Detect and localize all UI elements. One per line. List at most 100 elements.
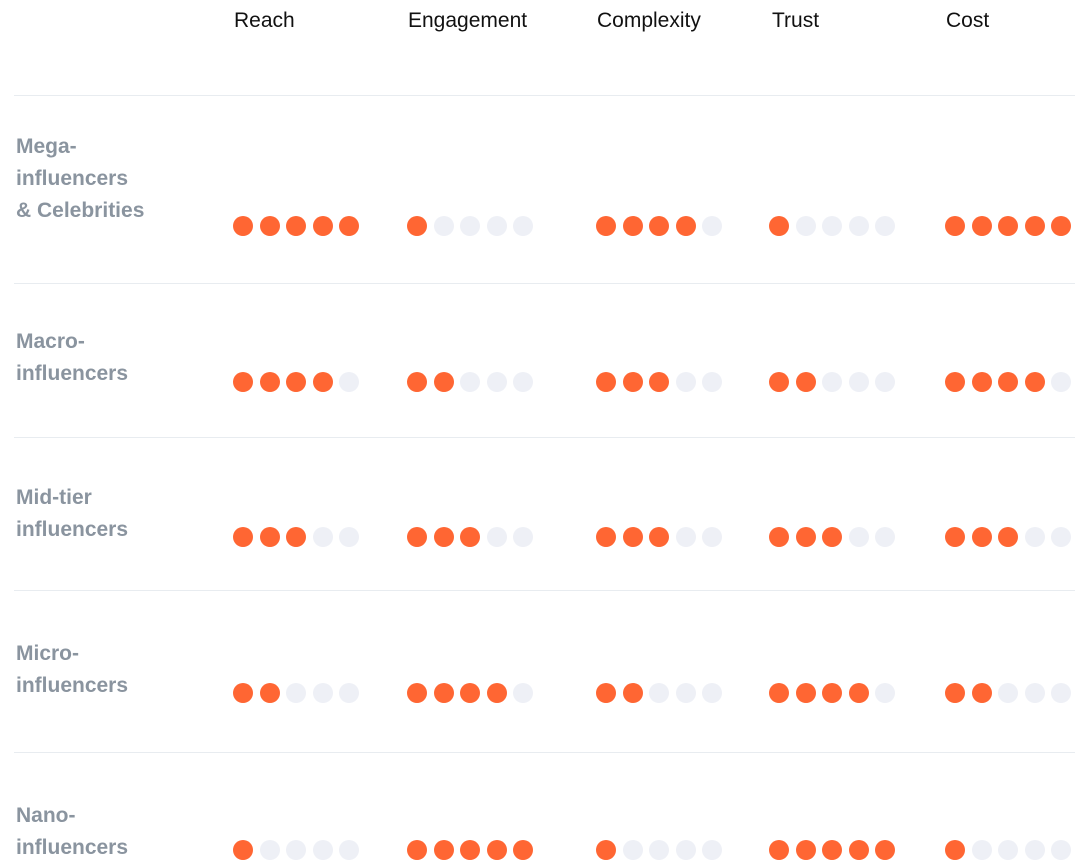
rating-dot-filled <box>407 372 427 392</box>
rating-dot-filled <box>822 527 842 547</box>
row-label-macro-influencers: Macro- influencers <box>16 326 216 390</box>
rating-dot-filled <box>972 372 992 392</box>
rating-dot-empty <box>998 840 1018 860</box>
rating-dot-empty <box>702 840 722 860</box>
rating-dot-empty <box>875 527 895 547</box>
row-label-nano-influencers: Nano- influencers <box>16 800 216 864</box>
rating-dot-filled <box>623 527 643 547</box>
column-header-reach: Reach <box>234 9 295 32</box>
rating-dot-filled <box>286 216 306 236</box>
rating-dot-empty <box>676 840 696 860</box>
rating-dot-empty <box>623 840 643 860</box>
row-label-line: influencers <box>16 674 129 697</box>
row-label-mid-tier-influencers: Mid-tier influencers <box>16 482 216 546</box>
rating-dot-empty <box>513 683 533 703</box>
rating-dot-empty <box>487 216 507 236</box>
column-header-trust: Trust <box>772 9 820 32</box>
rating-dot-empty <box>513 527 533 547</box>
rating-dot-empty <box>313 527 333 547</box>
rating-dot-filled <box>796 527 816 547</box>
rating-dot-filled <box>769 840 789 860</box>
rating-dot-empty <box>822 372 842 392</box>
rating-dot-filled <box>1051 216 1071 236</box>
rating-dot-filled <box>796 372 816 392</box>
rating-dot-empty <box>339 372 359 392</box>
rating-dot-filled <box>460 527 480 547</box>
rating-dot-filled <box>434 527 454 547</box>
rating-dot-empty <box>460 216 480 236</box>
rating-dot-empty <box>1051 527 1071 547</box>
row-divider <box>14 95 1075 96</box>
rating-dot-filled <box>945 527 965 547</box>
rating-dot-filled <box>998 372 1018 392</box>
rating-dot-filled <box>260 683 280 703</box>
rating-dot-empty <box>460 372 480 392</box>
rating-dot-empty <box>702 683 722 703</box>
rating-dot-empty <box>649 840 669 860</box>
rating-dot-filled <box>233 372 253 392</box>
rating-dot-empty <box>286 840 306 860</box>
rating-dot-empty <box>1025 683 1045 703</box>
rating-dot-filled <box>945 840 965 860</box>
rating-dot-filled <box>1025 372 1045 392</box>
rating-dot-empty <box>260 840 280 860</box>
rating-dot-filled <box>649 372 669 392</box>
rating-dot-filled <box>339 216 359 236</box>
row-label-line: & Celebrities <box>16 199 145 222</box>
rating-dot-filled <box>460 840 480 860</box>
rating-dot-empty <box>676 372 696 392</box>
rating-dot-filled <box>260 216 280 236</box>
rating-dot-empty <box>313 840 333 860</box>
rating-dot-filled <box>796 683 816 703</box>
rating-dot-empty <box>513 216 533 236</box>
rating-dot-empty <box>796 216 816 236</box>
row-label-line: Mega- <box>16 135 77 158</box>
rating-dot-filled <box>649 527 669 547</box>
rating-dot-filled <box>313 372 333 392</box>
rating-dot-filled <box>233 683 253 703</box>
rating-dot-empty <box>339 683 359 703</box>
rating-dot-filled <box>487 683 507 703</box>
rating-dot-filled <box>769 372 789 392</box>
row-label-line: Micro- <box>16 642 79 665</box>
rating-dot-filled <box>434 840 454 860</box>
row-label-line: Macro- <box>16 330 85 353</box>
rating-dot-empty <box>1051 683 1071 703</box>
rating-dot-empty <box>998 683 1018 703</box>
rating-dot-filled <box>796 840 816 860</box>
rating-dot-filled <box>822 683 842 703</box>
rating-dot-filled <box>945 216 965 236</box>
rating-dot-empty <box>875 372 895 392</box>
row-divider <box>14 437 1075 438</box>
rating-dot-empty <box>1025 527 1045 547</box>
rating-dot-filled <box>945 683 965 703</box>
row-label-line: influencers <box>16 362 129 385</box>
rating-dot-filled <box>233 216 253 236</box>
row-label-line: influencers <box>16 518 129 541</box>
rating-dot-filled <box>998 527 1018 547</box>
rating-dot-filled <box>434 683 454 703</box>
row-divider <box>14 752 1075 753</box>
rating-dot-empty <box>875 216 895 236</box>
column-header-engagement: Engagement <box>408 9 528 32</box>
rating-dot-filled <box>407 216 427 236</box>
rating-dot-filled <box>822 840 842 860</box>
rating-dot-filled <box>875 840 895 860</box>
rating-dot-filled <box>972 216 992 236</box>
rating-dot-filled <box>407 683 427 703</box>
rating-dot-filled <box>233 527 253 547</box>
rating-dot-filled <box>1025 216 1045 236</box>
rating-dot-filled <box>407 527 427 547</box>
rating-dot-filled <box>260 372 280 392</box>
rating-dot-filled <box>676 216 696 236</box>
rating-dot-empty <box>434 216 454 236</box>
column-header-complexity: Complexity <box>597 9 701 32</box>
rating-dot-filled <box>460 683 480 703</box>
rating-dot-filled <box>849 840 869 860</box>
rating-dot-empty <box>1051 372 1071 392</box>
rating-dot-filled <box>233 840 253 860</box>
rating-dot-empty <box>286 683 306 703</box>
rating-dot-filled <box>945 372 965 392</box>
rating-dot-empty <box>1025 840 1045 860</box>
rating-dot-empty <box>676 527 696 547</box>
